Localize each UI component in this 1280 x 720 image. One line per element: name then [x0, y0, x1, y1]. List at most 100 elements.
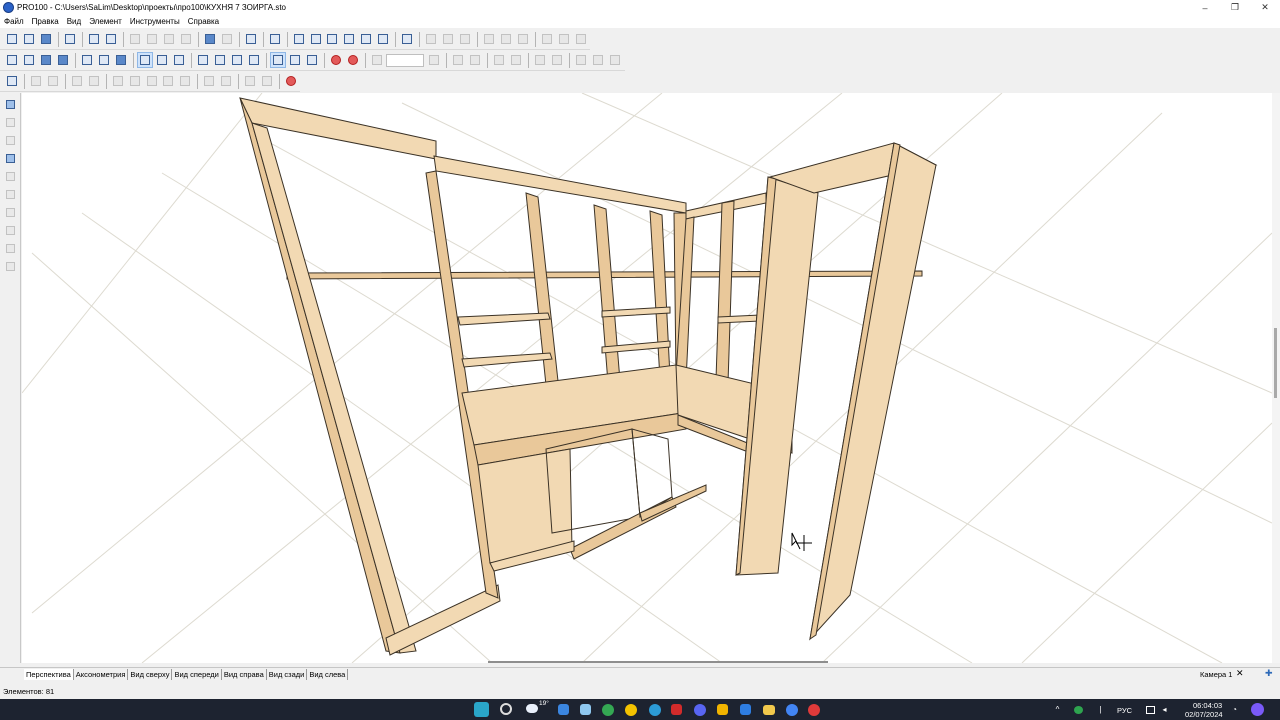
flip-v-icon[interactable]: [590, 52, 606, 68]
magnet-icon[interactable]: [328, 52, 344, 68]
sum-icon[interactable]: [399, 31, 415, 47]
snap-point-icon[interactable]: [270, 52, 286, 68]
distribute-d-icon[interactable]: [573, 31, 589, 47]
fit-icon[interactable]: [177, 73, 193, 89]
zoom-input[interactable]: [386, 53, 424, 67]
notification-icon[interactable]: ◔: [1230, 706, 1239, 714]
snap-face-icon[interactable]: [304, 52, 320, 68]
move-icon[interactable]: [127, 73, 143, 89]
resize-icon[interactable]: [144, 73, 160, 89]
cut-icon[interactable]: [127, 31, 143, 47]
properties-icon[interactable]: [62, 31, 78, 47]
pointer-icon[interactable]: [3, 97, 17, 111]
snap-icon[interactable]: [195, 52, 211, 68]
cut-tool-icon[interactable]: [3, 259, 17, 273]
search-icon[interactable]: [500, 703, 512, 715]
arrow-down-icon[interactable]: [86, 73, 102, 89]
align-icon[interactable]: [375, 31, 391, 47]
move-right-icon[interactable]: [467, 52, 483, 68]
microphone-icon[interactable]: |: [1096, 706, 1105, 714]
tab-right-view[interactable]: Вид справа: [222, 669, 267, 680]
drill-icon[interactable]: [3, 223, 17, 237]
chrome-2-icon[interactable]: [786, 704, 798, 716]
folder-icon[interactable]: [763, 705, 775, 715]
light-icon[interactable]: [171, 52, 187, 68]
new-file-icon[interactable]: [4, 31, 20, 47]
rotate-icon[interactable]: [3, 187, 17, 201]
grid-settings-icon[interactable]: [4, 73, 20, 89]
close-camera-icon[interactable]: ✕: [1236, 668, 1244, 679]
align-left-icon[interactable]: [423, 31, 439, 47]
eye-icon[interactable]: [246, 52, 262, 68]
view-outline-icon[interactable]: [21, 52, 37, 68]
add-camera-icon[interactable]: ✚: [1265, 668, 1273, 679]
nudge-icon[interactable]: [110, 73, 126, 89]
grid-icon[interactable]: [229, 52, 245, 68]
move-down-icon[interactable]: [508, 52, 524, 68]
horizontal-scroll-thumb[interactable]: [488, 661, 828, 663]
browser-icon[interactable]: [671, 704, 682, 715]
rotate-right-icon[interactable]: [549, 52, 565, 68]
opera-icon[interactable]: [808, 704, 820, 716]
menu-view[interactable]: Вид: [67, 17, 81, 26]
collision-icon[interactable]: [345, 52, 361, 68]
network-icon[interactable]: [1146, 706, 1155, 714]
tab-perspective[interactable]: Перспектива: [24, 669, 74, 680]
tab-camera[interactable]: Камера 1: [1200, 669, 1232, 680]
eraser-icon[interactable]: [3, 169, 17, 183]
measure-icon[interactable]: [3, 133, 17, 147]
copilot-tray-icon[interactable]: [1251, 703, 1264, 716]
stop-icon[interactable]: [283, 73, 299, 89]
align-middle-icon[interactable]: [498, 31, 514, 47]
arrow-up-icon[interactable]: [69, 73, 85, 89]
align-bottom-icon[interactable]: [515, 31, 531, 47]
align-top-icon[interactable]: [481, 31, 497, 47]
scale-icon[interactable]: [3, 205, 17, 219]
task-view-icon[interactable]: [558, 704, 569, 715]
transparent-icon[interactable]: [79, 52, 95, 68]
paint-icon[interactable]: [3, 151, 17, 165]
shade-icon[interactable]: [113, 52, 129, 68]
print-icon[interactable]: [86, 31, 102, 47]
discord-icon[interactable]: [694, 704, 706, 716]
align-center-icon[interactable]: [440, 31, 456, 47]
labels-icon[interactable]: [137, 52, 153, 68]
tab-top-view[interactable]: Вид сверху: [128, 669, 173, 680]
group-icon[interactable]: [291, 31, 307, 47]
frame-icon[interactable]: [28, 73, 44, 89]
flip-d-icon[interactable]: [607, 52, 623, 68]
layers-icon[interactable]: [325, 31, 341, 47]
zoom-apply-icon[interactable]: [426, 52, 442, 68]
redo-icon[interactable]: [219, 31, 235, 47]
edge-icon[interactable]: [3, 241, 17, 255]
flip-h-icon[interactable]: [573, 52, 589, 68]
duplicate-icon[interactable]: [358, 31, 374, 47]
paste-icon[interactable]: [161, 31, 177, 47]
copy-icon[interactable]: [144, 31, 160, 47]
close-button[interactable]: ✕: [1250, 0, 1280, 15]
menu-tools[interactable]: Инструменты: [130, 17, 180, 26]
render-icon[interactable]: [154, 52, 170, 68]
vertical-scrollbar[interactable]: [1272, 93, 1280, 663]
maximize-button[interactable]: ❐: [1220, 0, 1250, 15]
widgets-icon[interactable]: [580, 704, 591, 715]
rotate-left-icon[interactable]: [532, 52, 548, 68]
zoom-icon[interactable]: [369, 52, 385, 68]
menu-help[interactable]: Справка: [188, 17, 219, 26]
view-wire-icon[interactable]: [4, 52, 20, 68]
stretch-icon[interactable]: [161, 73, 177, 89]
pro100-taskbar-icon[interactable]: [740, 704, 751, 715]
unlink-icon[interactable]: [218, 73, 234, 89]
chrome-icon[interactable]: [602, 704, 614, 716]
save-icon[interactable]: [38, 31, 54, 47]
transparent-2-icon[interactable]: [96, 52, 112, 68]
distribute-v-icon[interactable]: [556, 31, 572, 47]
move-left-icon[interactable]: [450, 52, 466, 68]
mirror-icon[interactable]: [341, 31, 357, 47]
open-icon[interactable]: [21, 31, 37, 47]
viewport-perspective[interactable]: [22, 93, 1272, 663]
menu-element[interactable]: Элемент: [89, 17, 122, 26]
delete-icon[interactable]: [178, 31, 194, 47]
measure-tool-icon[interactable]: [212, 52, 228, 68]
tab-back-view[interactable]: Вид сзади: [267, 669, 308, 680]
